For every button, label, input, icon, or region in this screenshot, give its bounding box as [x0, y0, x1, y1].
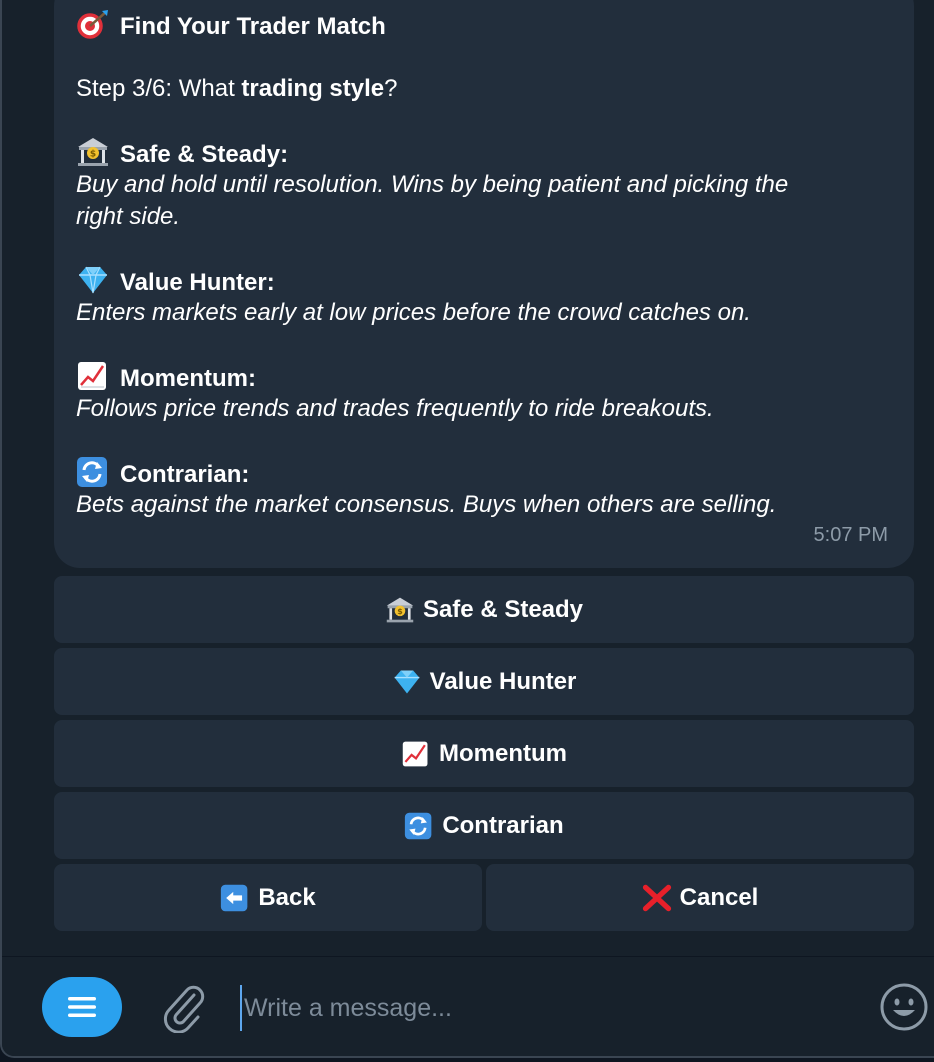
option-desc-safe-2: right side.	[76, 203, 181, 230]
chart-increasing-icon	[402, 741, 428, 766]
bank-icon: $	[78, 138, 108, 166]
bot-message-bubble: Find Your Trader Match Step 3/6: What tr…	[54, 0, 914, 568]
option-desc-momentum: Follows price trends and trades frequent…	[76, 395, 714, 422]
keyboard-button-label: Safe & Steady	[422, 595, 584, 623]
keyboard-button-momentum[interactable]: Momentum	[54, 720, 914, 787]
gem-icon	[394, 670, 419, 693]
keyboard-button-value-hunter[interactable]: Value Hunter	[54, 648, 914, 715]
keyboard-button-label: Momentum	[439, 739, 567, 767]
gem-icon	[79, 266, 107, 294]
message-input[interactable]	[240, 985, 856, 1031]
option-heading-text: Contrarian:	[120, 461, 250, 488]
keyboard-button-label: Cancel	[679, 883, 759, 911]
message-title: Find Your Trader Match	[120, 13, 386, 40]
option-heading-text: Value Hunter:	[120, 269, 275, 296]
step-bold: trading style	[241, 75, 385, 102]
option-desc-safe-1: Buy and hold until resolution. Wins by b…	[76, 171, 789, 198]
option-heading-text: Momentum:	[120, 365, 256, 392]
option-heading-momentum: Momentum:	[76, 361, 256, 395]
option-heading-value: Value Hunter:	[76, 265, 275, 299]
svg-text:$: $	[90, 150, 96, 160]
left-arrow-icon	[221, 884, 248, 911]
bot-menu-button[interactable]	[42, 977, 122, 1037]
message-timestamp: 5:07 PM	[813, 524, 888, 546]
chart-increasing-icon	[78, 362, 106, 390]
bank-icon: $	[386, 597, 414, 622]
telegram-window: Find Your Trader Match Step 3/6: What tr…	[0, 0, 934, 1058]
step-suffix: ?	[384, 75, 398, 102]
keyboard-button-cancel[interactable]: Cancel	[486, 864, 914, 931]
option-desc-contrarian: Bets against the market consensus. Buys …	[76, 491, 777, 518]
step-question: Step 3/6: What trading style?	[76, 73, 397, 105]
keyboard-button-contrarian[interactable]: Contrarian	[54, 792, 914, 859]
keyboard-button-label: Value Hunter	[429, 667, 577, 695]
paperclip-icon[interactable]	[160, 983, 206, 1033]
emoji-icon[interactable]	[878, 981, 930, 1033]
option-heading-contrarian: Contrarian:	[76, 457, 249, 491]
option-heading-safe: $ Safe & Steady:	[76, 137, 288, 171]
hamburger-icon	[68, 997, 96, 1017]
arrows-cycle-icon	[77, 457, 107, 487]
keyboard-button-label: Contrarian	[442, 811, 564, 839]
keyboard-button-safe-steady[interactable]: $ Safe & Steady	[54, 576, 914, 643]
cross-mark-icon	[642, 884, 671, 911]
option-desc-value: Enters markets early at low prices befor…	[76, 299, 751, 326]
message-composer	[2, 956, 934, 1056]
message-title-line: Find Your Trader Match	[76, 9, 386, 43]
keyboard-button-label: Back	[258, 883, 316, 911]
chat-area: Find Your Trader Match Step 3/6: What tr…	[2, 0, 934, 955]
option-heading-text: Safe & Steady:	[120, 141, 289, 168]
arrows-cycle-icon	[405, 812, 432, 839]
step-prefix: Step 3/6: What	[76, 75, 242, 102]
svg-text:$: $	[397, 606, 403, 615]
direct-hit-icon	[77, 10, 108, 39]
keyboard-button-back[interactable]: Back	[54, 864, 482, 931]
